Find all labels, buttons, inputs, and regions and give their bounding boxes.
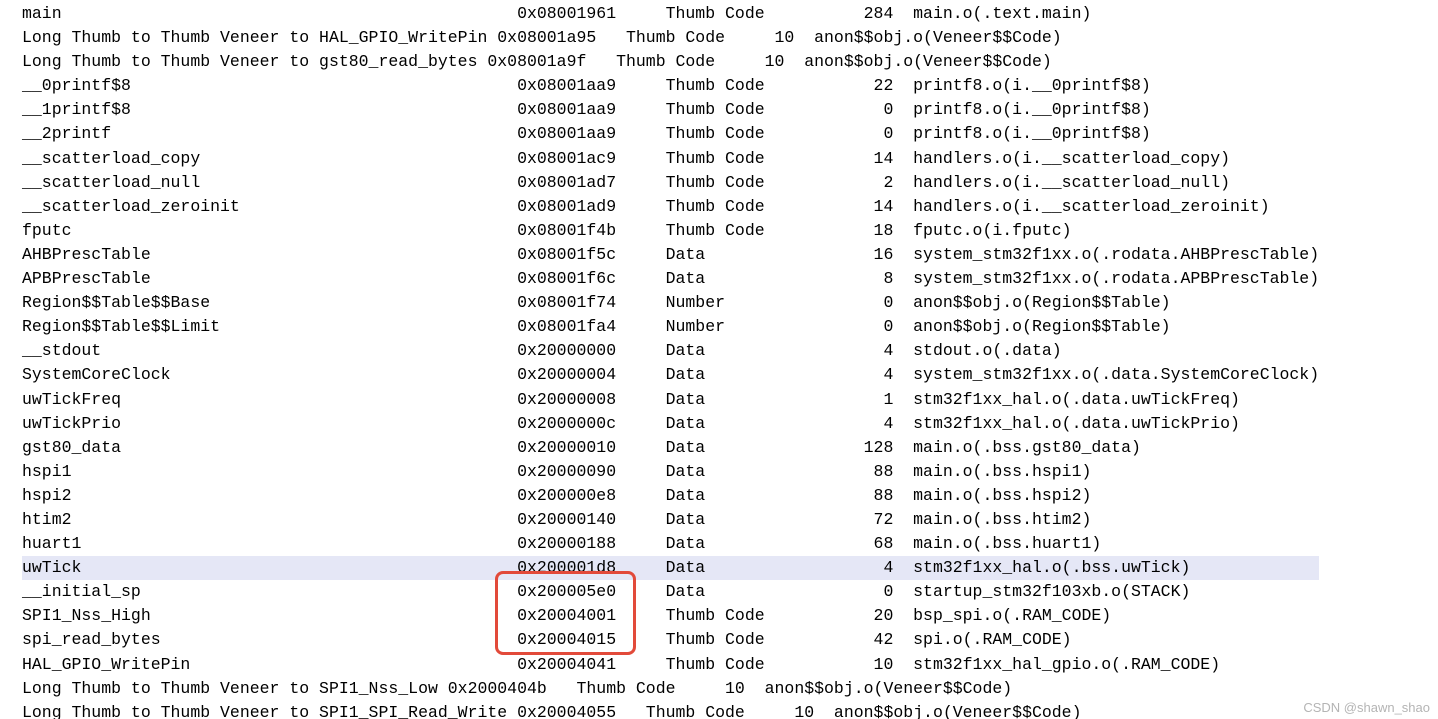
symbol-row: uwTick 0x200001d8 Data 4 stm32f1xx_hal.o… [22,556,1319,580]
symbol-row: main 0x08001961 Thumb Code 284 main.o(.t… [22,2,1319,26]
symbol-row: Long Thumb to Thumb Veneer to HAL_GPIO_W… [22,26,1319,50]
symbol-row: huart1 0x20000188 Data 68 main.o(.bss.hu… [22,532,1319,556]
symbol-row: hspi1 0x20000090 Data 88 main.o(.bss.hsp… [22,460,1319,484]
map-file-view: main 0x08001961 Thumb Code 284 main.o(.t… [0,0,1438,719]
symbol-row: __stdout 0x20000000 Data 4 stdout.o(.dat… [22,339,1319,363]
symbol-row: gst80_data 0x20000010 Data 128 main.o(.b… [22,436,1319,460]
symbol-row: __1printf$8 0x08001aa9 Thumb Code 0 prin… [22,98,1319,122]
symbol-row: uwTickFreq 0x20000008 Data 1 stm32f1xx_h… [22,388,1319,412]
symbol-row: __scatterload_null 0x08001ad7 Thumb Code… [22,171,1319,195]
symbol-row: APBPrescTable 0x08001f6c Data 8 system_s… [22,267,1319,291]
symbol-row: hspi2 0x200000e8 Data 88 main.o(.bss.hsp… [22,484,1319,508]
symbol-row: HAL_GPIO_WritePin 0x20004041 Thumb Code … [22,653,1319,677]
symbol-row: __scatterload_zeroinit 0x08001ad9 Thumb … [22,195,1319,219]
symbol-row: Long Thumb to Thumb Veneer to gst80_read… [22,50,1319,74]
symbol-row: __scatterload_copy 0x08001ac9 Thumb Code… [22,147,1319,171]
symbol-row: Long Thumb to Thumb Veneer to SPI1_Nss_L… [22,677,1319,701]
symbol-row: __2printf 0x08001aa9 Thumb Code 0 printf… [22,122,1319,146]
symbol-row: __initial_sp 0x200005e0 Data 0 startup_s… [22,580,1319,604]
symbol-row: AHBPrescTable 0x08001f5c Data 16 system_… [22,243,1319,267]
symbol-listing: main 0x08001961 Thumb Code 284 main.o(.t… [22,2,1319,719]
symbol-row: SPI1_Nss_High 0x20004001 Thumb Code 20 b… [22,604,1319,628]
watermark-text: CSDN @shawn_shao [1303,700,1430,715]
symbol-row: __0printf$8 0x08001aa9 Thumb Code 22 pri… [22,74,1319,98]
symbol-row: uwTickPrio 0x2000000c Data 4 stm32f1xx_h… [22,412,1319,436]
symbol-row: Region$$Table$$Limit 0x08001fa4 Number 0… [22,315,1319,339]
symbol-row: spi_read_bytes 0x20004015 Thumb Code 42 … [22,628,1319,652]
symbol-row: htim2 0x20000140 Data 72 main.o(.bss.hti… [22,508,1319,532]
symbol-row: Region$$Table$$Base 0x08001f74 Number 0 … [22,291,1319,315]
symbol-row: Long Thumb to Thumb Veneer to SPI1_SPI_R… [22,701,1319,719]
symbol-row: SystemCoreClock 0x20000004 Data 4 system… [22,363,1319,387]
symbol-row: fputc 0x08001f4b Thumb Code 18 fputc.o(i… [22,219,1319,243]
